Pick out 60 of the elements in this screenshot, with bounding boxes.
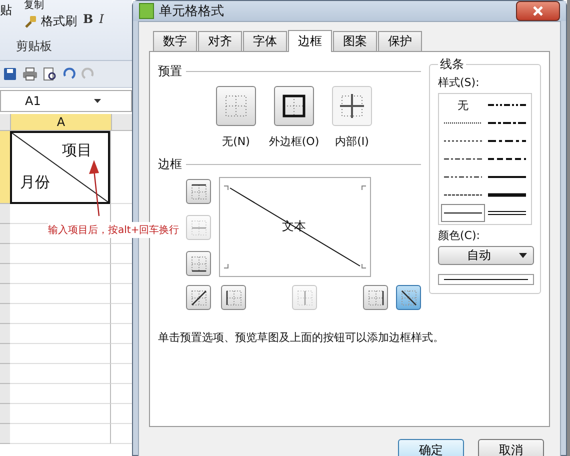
copy-button[interactable]: 复制 (24, 0, 77, 11)
style-label: 样式(S): (438, 75, 480, 90)
group-title: 线条 (439, 56, 465, 73)
bold-button[interactable]: B (83, 12, 94, 26)
annotation-text: 输入项目后，按alt+回车换行 (48, 222, 180, 238)
hint-text: 单击预置选项、预览草图及上面的按钮可以添加边框样式。 (158, 330, 445, 345)
border-button[interactable] (363, 285, 388, 310)
line-sample-icon (488, 155, 526, 163)
line-sample-icon (488, 173, 526, 181)
preset-label: 内部(I) (335, 134, 369, 149)
paste-label[interactable]: 贴 (0, 2, 12, 19)
italic-button[interactable]: I (99, 12, 104, 26)
tab[interactable]: 对齐 (198, 31, 242, 51)
app-icon (139, 3, 154, 19)
undo-icon[interactable] (62, 67, 76, 81)
dropdown-icon (519, 253, 527, 258)
window-title: 单元格格式 (159, 3, 225, 20)
tab[interactable]: 图案 (333, 31, 377, 51)
line-sample-icon (488, 191, 526, 199)
save-icon[interactable] (3, 67, 17, 81)
line-style-option[interactable] (441, 204, 485, 222)
border-preview[interactable]: 文本 (219, 177, 371, 277)
border-button[interactable] (186, 285, 211, 310)
border-preset-icon (281, 93, 307, 119)
border-button[interactable] (186, 179, 211, 204)
name-box[interactable]: A1 (0, 90, 132, 112)
cell-text: 项目 (62, 141, 92, 160)
color-dropdown[interactable]: 自动 (438, 246, 534, 265)
line-style-option[interactable]: 无 (441, 96, 485, 114)
section-label: 边框 (158, 156, 182, 172)
dialog-button[interactable]: 取消 (478, 439, 544, 456)
line-sample-icon (488, 119, 526, 127)
border-preset-icon (223, 93, 249, 119)
border-preset-icon (339, 93, 365, 119)
group-label: 剪贴板 (16, 38, 52, 55)
section-label: 预置 (158, 62, 182, 80)
tab[interactable]: 边框 (288, 30, 332, 52)
tab[interactable]: 数字 (153, 31, 197, 51)
line-sample-icon (488, 137, 526, 145)
print-icon[interactable] (22, 67, 38, 81)
preset-button[interactable] (274, 86, 314, 126)
tab[interactable]: 字体 (243, 31, 287, 51)
preset-label: 无(N) (222, 134, 250, 149)
dialog-button[interactable]: 确定 (398, 439, 464, 456)
close-button[interactable] (516, 1, 560, 21)
border-button[interactable] (186, 251, 211, 276)
dropdown-icon (94, 99, 101, 103)
preset-label: 外边框(O) (268, 134, 320, 149)
line-sample-icon (488, 101, 526, 109)
border-button[interactable] (396, 285, 421, 310)
cell-text: 月份 (20, 173, 50, 192)
column-header[interactable]: A (11, 114, 111, 131)
color-label: 颜色(C): (438, 228, 481, 243)
close-icon (533, 6, 543, 16)
format-painter-button[interactable]: 格式刷 (24, 13, 77, 30)
line-sample-icon (488, 209, 526, 217)
preview-icon[interactable] (43, 67, 57, 81)
border-button[interactable] (221, 285, 246, 310)
tab[interactable]: 保护 (378, 31, 422, 51)
brush-icon (24, 14, 38, 28)
